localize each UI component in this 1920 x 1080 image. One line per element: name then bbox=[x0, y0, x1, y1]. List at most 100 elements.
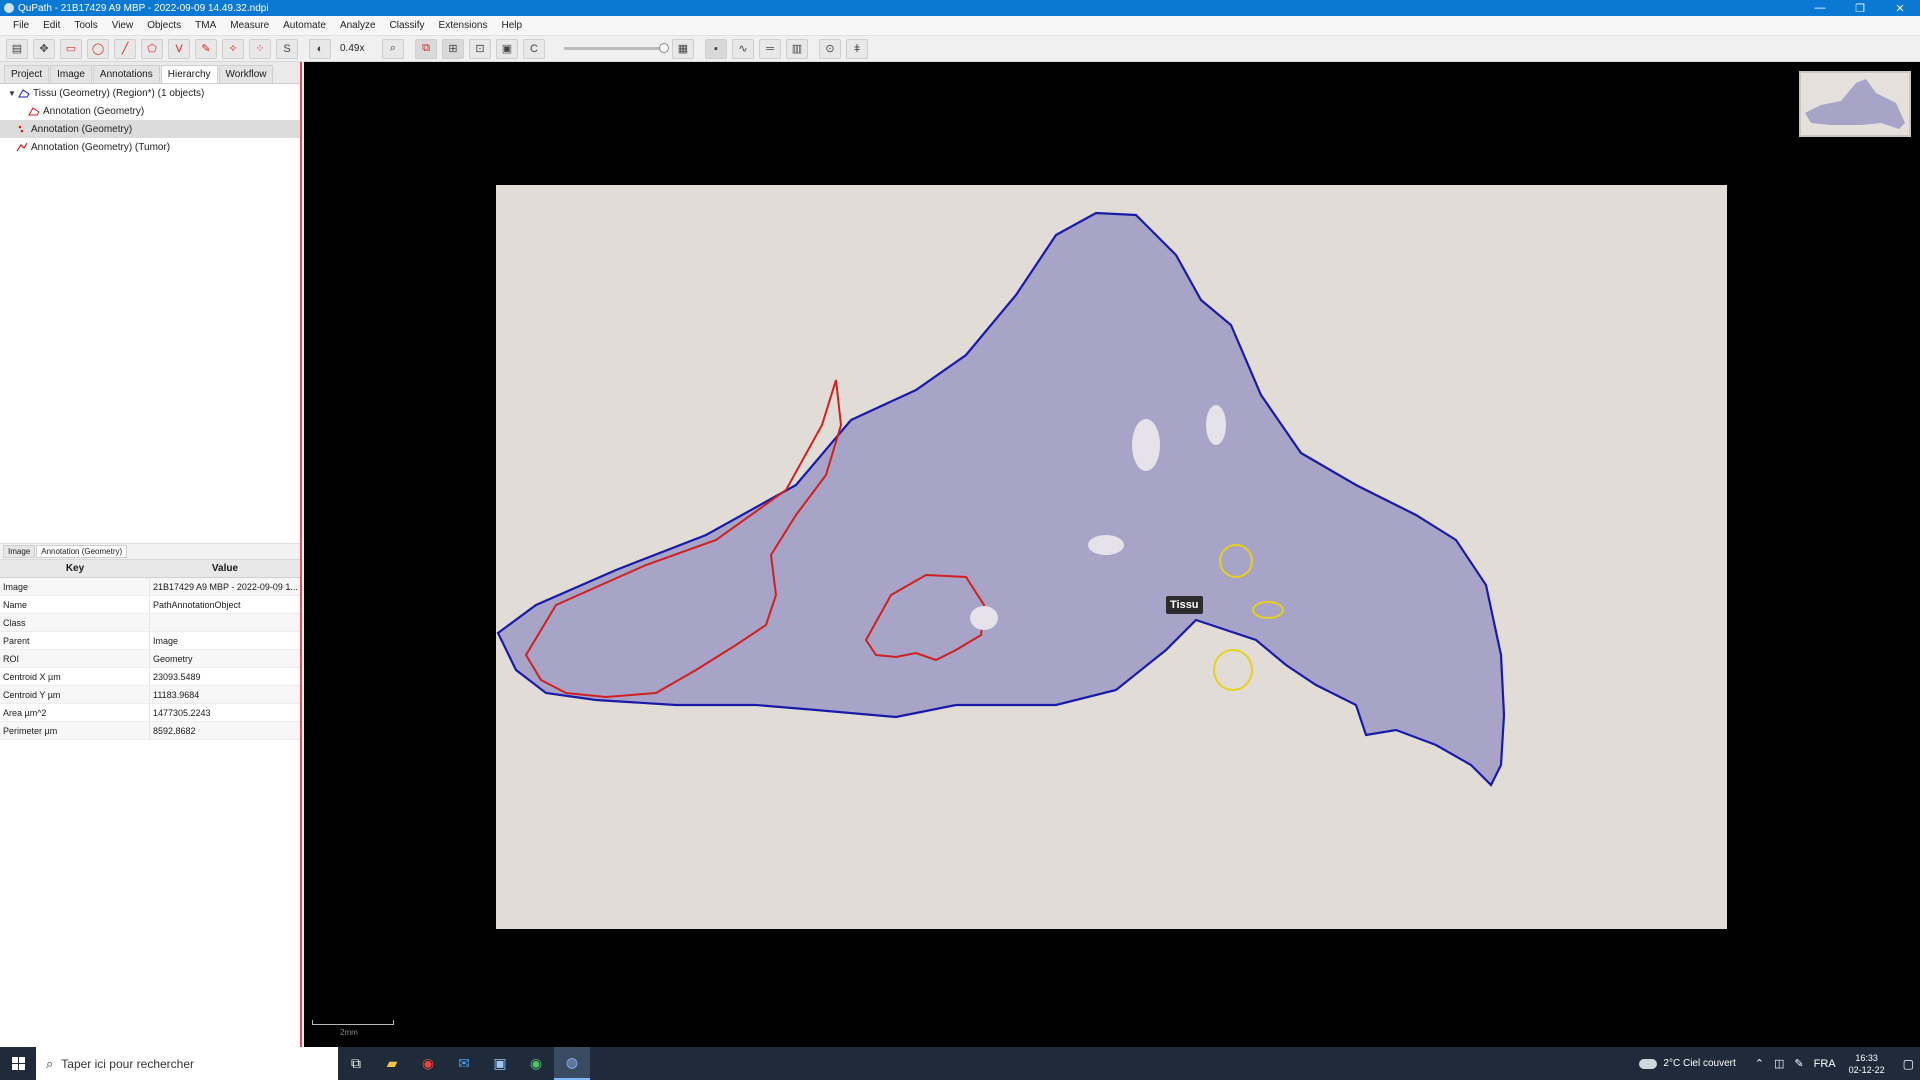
menu-view[interactable]: View bbox=[105, 20, 141, 31]
table-row[interactable]: Class bbox=[0, 614, 300, 632]
language-indicator[interactable]: FRA bbox=[1814, 1058, 1836, 1070]
tissue-region[interactable] bbox=[496, 211, 1506, 787]
menu-file[interactable]: File bbox=[6, 20, 36, 31]
column-header-key[interactable]: Key bbox=[0, 563, 150, 574]
slide-image[interactable] bbox=[496, 185, 1727, 929]
chrome-profile-icon[interactable]: ◉ bbox=[518, 1047, 554, 1080]
menu-tma[interactable]: TMA bbox=[188, 20, 223, 31]
menu-measure[interactable]: Measure bbox=[223, 20, 276, 31]
row-value: Image bbox=[153, 635, 179, 646]
tree-item-annotation-tumor[interactable]: Annotation (Geometry) (Tumor) bbox=[0, 138, 300, 156]
menu-edit[interactable]: Edit bbox=[36, 20, 67, 31]
rectangle-tool-button[interactable]: ▭ bbox=[60, 38, 82, 59]
brush-icon: ✎ bbox=[201, 43, 211, 55]
ellipse-tool-button[interactable]: ◯ bbox=[87, 38, 109, 59]
tab-image[interactable]: Image bbox=[50, 65, 92, 83]
table-row[interactable]: Perimeter µm 8592.8682 bbox=[0, 722, 300, 740]
menu-tools[interactable]: Tools bbox=[67, 20, 104, 31]
pen-icon[interactable]: ✎ bbox=[1794, 1057, 1803, 1070]
app-icon[interactable]: ▣ bbox=[482, 1047, 518, 1080]
windows-logo-icon bbox=[11, 1057, 25, 1070]
title-bar: QuPath - 21B17429 A9 MBP - 2022-09-09 14… bbox=[0, 0, 1920, 16]
mail-icon[interactable]: ✉ bbox=[446, 1047, 482, 1080]
analysis-pane-toggle-button[interactable]: ▤ bbox=[6, 38, 28, 59]
selection-mode-button[interactable]: S bbox=[276, 38, 298, 59]
tree-item-annotation-1[interactable]: Annotation (Geometry) bbox=[0, 102, 300, 120]
tree-item-annotation-2[interactable]: Annotation (Geometry) bbox=[0, 120, 300, 138]
fill-detections-button[interactable]: ▣ bbox=[496, 38, 518, 59]
show-scalebar-button[interactable]: ═ bbox=[759, 38, 781, 59]
expand-triangle-icon[interactable]: ▼ bbox=[8, 89, 18, 98]
close-button[interactable]: ✕ bbox=[1880, 0, 1920, 16]
chrome-icon[interactable]: ◉ bbox=[410, 1047, 446, 1080]
table-row[interactable]: Image 21B17429 A9 MBP - 2022-09-09 1... bbox=[0, 578, 300, 596]
subtab-annotation[interactable]: Annotation (Geometry) bbox=[36, 545, 128, 558]
menu-objects[interactable]: Objects bbox=[140, 20, 188, 31]
line-icon: ╱ bbox=[121, 43, 129, 55]
show-overview-button[interactable]: ▪ bbox=[705, 38, 727, 59]
brush-tool-button[interactable]: ✎ bbox=[195, 38, 217, 59]
show-grid-button[interactable]: ▦ bbox=[672, 38, 694, 59]
show-annotations-button[interactable]: ⧉ bbox=[415, 38, 437, 59]
tab-annotations[interactable]: Annotations bbox=[92, 65, 160, 83]
clock[interactable]: 16:33 02-12-22 bbox=[1849, 1052, 1885, 1076]
overview-thumbnail[interactable] bbox=[1799, 71, 1911, 137]
tissue-annotation-label: Tissu bbox=[1166, 596, 1203, 614]
brightness-contrast-button[interactable]: ◐ bbox=[309, 38, 331, 59]
row-key: Centroid Y µm bbox=[0, 686, 150, 703]
search-icon: ⌕ bbox=[46, 1055, 54, 1071]
network-icon[interactable]: ◫ bbox=[1774, 1057, 1784, 1070]
show-pixel-grid-button[interactable]: ▥ bbox=[786, 38, 808, 59]
table-row[interactable]: Centroid Y µm 11183.9684 bbox=[0, 686, 300, 704]
menu-automate[interactable]: Automate bbox=[276, 20, 333, 31]
notification-icon[interactable]: ▢ bbox=[1903, 1057, 1914, 1071]
table-row[interactable]: Centroid X µm 23093.5489 bbox=[0, 668, 300, 686]
file-explorer-icon[interactable]: ▰ bbox=[374, 1047, 410, 1080]
wand-tool-button[interactable]: ✧ bbox=[222, 38, 244, 59]
move-tool-button[interactable]: ✥ bbox=[33, 38, 55, 59]
menu-extensions[interactable]: Extensions bbox=[432, 20, 495, 31]
yellow-annotation-3[interactable] bbox=[1213, 649, 1253, 691]
table-row[interactable]: Name PathAnnotationObject bbox=[0, 596, 300, 614]
weather-widget[interactable]: 2°C Ciel couvert bbox=[1639, 1058, 1736, 1069]
show-location-button[interactable]: ∿ bbox=[732, 38, 754, 59]
tab-project[interactable]: Project bbox=[4, 65, 50, 83]
start-button[interactable] bbox=[0, 1047, 36, 1080]
table-row[interactable]: ROI Geometry bbox=[0, 650, 300, 668]
subtab-image[interactable]: Image bbox=[3, 545, 36, 558]
row-value: Geometry bbox=[153, 653, 193, 664]
tab-hierarchy[interactable]: Hierarchy bbox=[160, 65, 218, 83]
hierarchy-tree: ▼ Tissu (Geometry) (Region*) (1 objects)… bbox=[0, 84, 300, 544]
menu-help[interactable]: Help bbox=[494, 20, 529, 31]
zoom-to-fit-button[interactable]: ⌕ bbox=[382, 38, 404, 59]
lumen bbox=[970, 606, 998, 630]
scalebar-icon: ═ bbox=[766, 42, 774, 55]
task-view-icon[interactable]: ⧉ bbox=[338, 1047, 374, 1080]
opacity-slider[interactable] bbox=[564, 43, 669, 53]
image-viewer[interactable]: Tissu 2mm bbox=[304, 62, 1920, 1047]
points-tool-button[interactable]: ⁘ bbox=[249, 38, 271, 59]
maximize-button[interactable]: ❐ bbox=[1840, 0, 1880, 16]
tree-item-tissu[interactable]: ▼ Tissu (Geometry) (Region*) (1 objects) bbox=[0, 84, 300, 102]
polyline-tool-button[interactable]: V bbox=[168, 38, 190, 59]
chevron-up-icon[interactable]: ⌃ bbox=[1755, 1057, 1764, 1070]
opacity-slider-knob[interactable] bbox=[659, 43, 669, 53]
table-row[interactable]: Parent Image bbox=[0, 632, 300, 650]
measurement-maps-button[interactable]: ⊙ bbox=[819, 38, 841, 59]
detections-icon: ⊡ bbox=[475, 43, 485, 55]
menu-analyze[interactable]: Analyze bbox=[333, 20, 383, 31]
row-key: Class bbox=[0, 614, 150, 631]
show-connections-button[interactable]: C bbox=[523, 38, 545, 59]
show-tma-grid-button[interactable]: ⊞ bbox=[442, 38, 464, 59]
show-detections-button[interactable]: ⊡ bbox=[469, 38, 491, 59]
taskbar-search[interactable]: ⌕ Taper ici pour rechercher bbox=[36, 1047, 338, 1080]
column-header-value[interactable]: Value bbox=[150, 563, 300, 574]
table-row[interactable]: Area µm^2 1477305.2243 bbox=[0, 704, 300, 722]
polygon-tool-button[interactable]: ⬠ bbox=[141, 38, 163, 59]
qupath-taskbar-icon[interactable]: ◍ bbox=[554, 1047, 590, 1080]
line-tool-button[interactable]: ╱ bbox=[114, 38, 136, 59]
minimize-button[interactable]: — bbox=[1800, 0, 1840, 16]
tab-workflow[interactable]: Workflow bbox=[218, 65, 274, 83]
log-button[interactable]: ǂ bbox=[846, 38, 868, 59]
menu-classify[interactable]: Classify bbox=[383, 20, 432, 31]
